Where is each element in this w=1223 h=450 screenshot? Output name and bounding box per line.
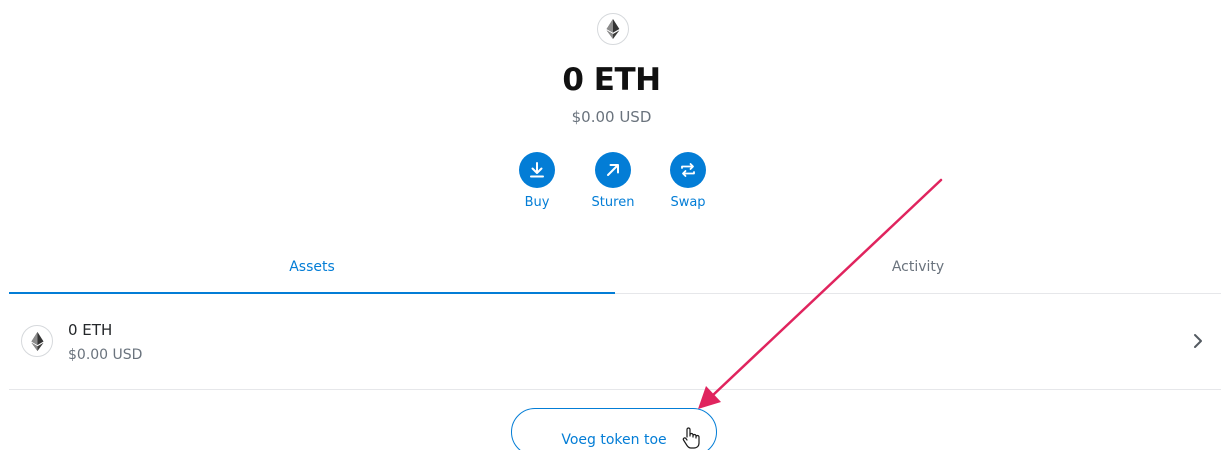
tab-activity[interactable]: Activity	[615, 240, 1221, 293]
balance-amount: 0 ETH	[562, 62, 661, 98]
buy-label: Buy	[524, 195, 550, 210]
swap-button[interactable]: Swap	[658, 152, 718, 210]
send-label: Sturen	[591, 195, 635, 210]
ethereum-icon	[21, 325, 53, 357]
balance-fiat: $0.00 USD	[571, 108, 652, 126]
swap-label: Swap	[670, 195, 706, 210]
wallet-overview: 0 ETH $0.00 USD Buy Sturen Swap Assets A…	[0, 0, 1223, 450]
tab-bar: Assets Activity	[9, 240, 1221, 294]
tab-assets[interactable]: Assets	[9, 240, 615, 294]
arrow-up-right-icon	[595, 152, 631, 188]
buy-button[interactable]: Buy	[507, 152, 567, 210]
swap-icon	[670, 152, 706, 188]
asset-list-item[interactable]: 0 ETH $0.00 USD	[9, 295, 1221, 390]
download-icon	[519, 152, 555, 188]
asset-amount: 0 ETH	[68, 321, 113, 339]
chevron-right-icon	[1191, 332, 1205, 350]
ethereum-icon	[597, 13, 629, 45]
asset-fiat: $0.00 USD	[68, 347, 143, 363]
send-button[interactable]: Sturen	[583, 152, 643, 210]
hand-pointer-icon	[680, 426, 702, 450]
